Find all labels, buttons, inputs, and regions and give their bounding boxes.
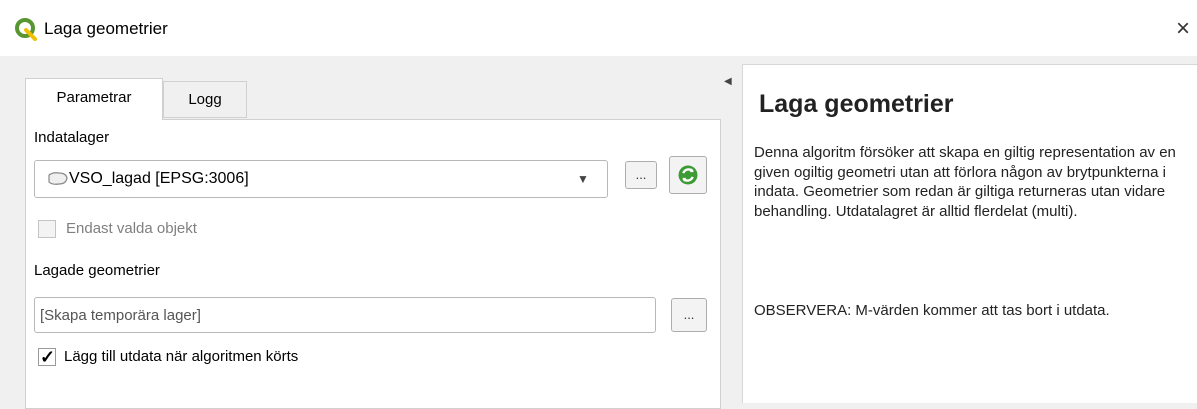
output-field[interactable]: [Skapa temporära lager] [34,297,656,333]
input-layer-value: VSO_lagad [EPSG:3006] [69,170,249,187]
open-output-checkbox[interactable]: ✓ [38,347,56,367]
input-layer-combobox[interactable]: VSO_lagad [EPSG:3006] ▼ [34,160,608,198]
tab-logg[interactable]: Logg [163,81,247,118]
checkmark-icon: ✓ [40,347,56,367]
help-title: Laga geometrier [759,90,954,118]
window-title: Laga geometrier [44,19,168,38]
selected-only-label: Endast valda objekt [66,220,197,237]
iterate-icon [678,165,698,185]
chevron-down-icon: ▼ [577,172,589,186]
open-output-label: Lägg till utdata när algoritmen körts [64,348,299,365]
polygon-layer-icon [48,172,68,185]
tab-parametrar-label: Parametrar [56,89,132,106]
collapse-arrow-icon[interactable]: ◀ [724,76,732,88]
help-note: OBSERVERA: M-värden kommer att tas bort … [754,302,1110,319]
qgis-logo-icon [15,18,37,41]
output-placeholder: [Skapa temporära lager] [40,307,201,324]
output-label: Lagade geometrier [34,262,160,279]
selected-only-checkbox[interactable] [38,220,56,238]
tab-parametrar[interactable]: Parametrar [25,78,163,120]
input-layer-browse-button[interactable]: ... [625,161,657,189]
title-bar: Laga geometrier × [0,0,1197,56]
iterate-button[interactable] [669,156,707,194]
parameters-panel: Parametrar Logg Indatalager VSO_lagad [E… [8,56,722,409]
tab-logg-label: Logg [188,91,222,108]
help-body: Denna algoritm försöker att skapa en gil… [754,144,1176,220]
output-browse-button[interactable]: ... [671,298,707,332]
parameters-tab-page: Indatalager VSO_lagad [EPSG:3006] ▼ ... … [25,119,721,409]
input-layer-label: Indatalager [34,129,110,146]
help-panel: Laga geometrier Denna algoritm försöker … [742,64,1197,403]
close-icon[interactable]: × [1176,14,1197,44]
